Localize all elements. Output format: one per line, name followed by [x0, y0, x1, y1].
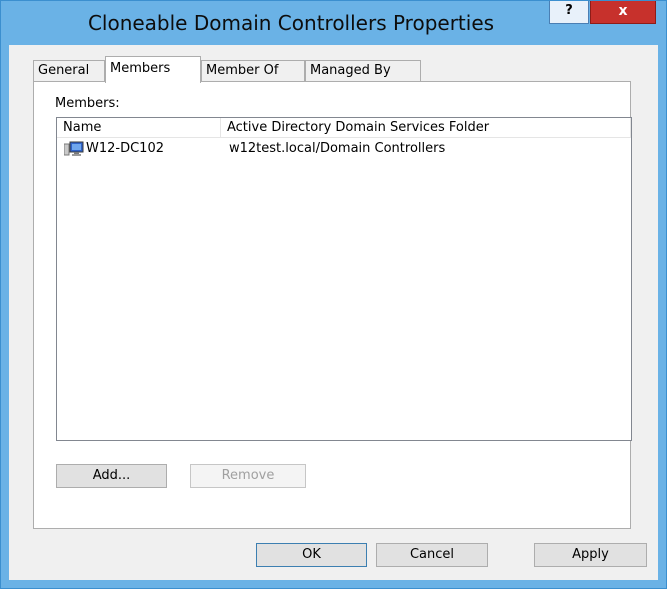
help-button[interactable]: ?: [549, 1, 589, 24]
tab-members[interactable]: Members: [105, 56, 201, 83]
member-name: W12-DC102: [86, 141, 164, 156]
list-header: Name Active Directory Domain Services Fo…: [57, 118, 631, 138]
window-title: Cloneable Domain Controllers Properties: [87, 11, 495, 35]
list-item[interactable]: W12-DC102 w12test.local/Domain Controlle…: [57, 139, 631, 159]
close-button[interactable]: x: [590, 1, 656, 24]
dialog-client-area: General Members Member Of Managed By Mem…: [9, 45, 658, 580]
members-label: Members:: [55, 96, 120, 111]
apply-button[interactable]: Apply: [534, 543, 647, 567]
cancel-button[interactable]: Cancel: [376, 543, 488, 567]
computer-icon: [63, 141, 84, 157]
column-header-name[interactable]: Name: [57, 118, 221, 138]
column-header-folder[interactable]: Active Directory Domain Services Folder: [221, 118, 631, 138]
member-folder: w12test.local/Domain Controllers: [229, 141, 446, 156]
title-bar[interactable]: Cloneable Domain Controllers Properties …: [1, 1, 666, 45]
tab-managed-by[interactable]: Managed By: [305, 60, 421, 82]
add-button[interactable]: Add...: [56, 464, 167, 488]
ok-button[interactable]: OK: [256, 543, 367, 567]
members-list[interactable]: Name Active Directory Domain Services Fo…: [56, 117, 632, 441]
tab-general[interactable]: General: [33, 60, 105, 82]
remove-button[interactable]: Remove: [190, 464, 306, 488]
tab-member-of[interactable]: Member Of: [201, 60, 305, 82]
members-tab-panel: Members: Name Active Directory Domain Se…: [33, 81, 632, 529]
properties-window: Cloneable Domain Controllers Properties …: [0, 0, 667, 589]
